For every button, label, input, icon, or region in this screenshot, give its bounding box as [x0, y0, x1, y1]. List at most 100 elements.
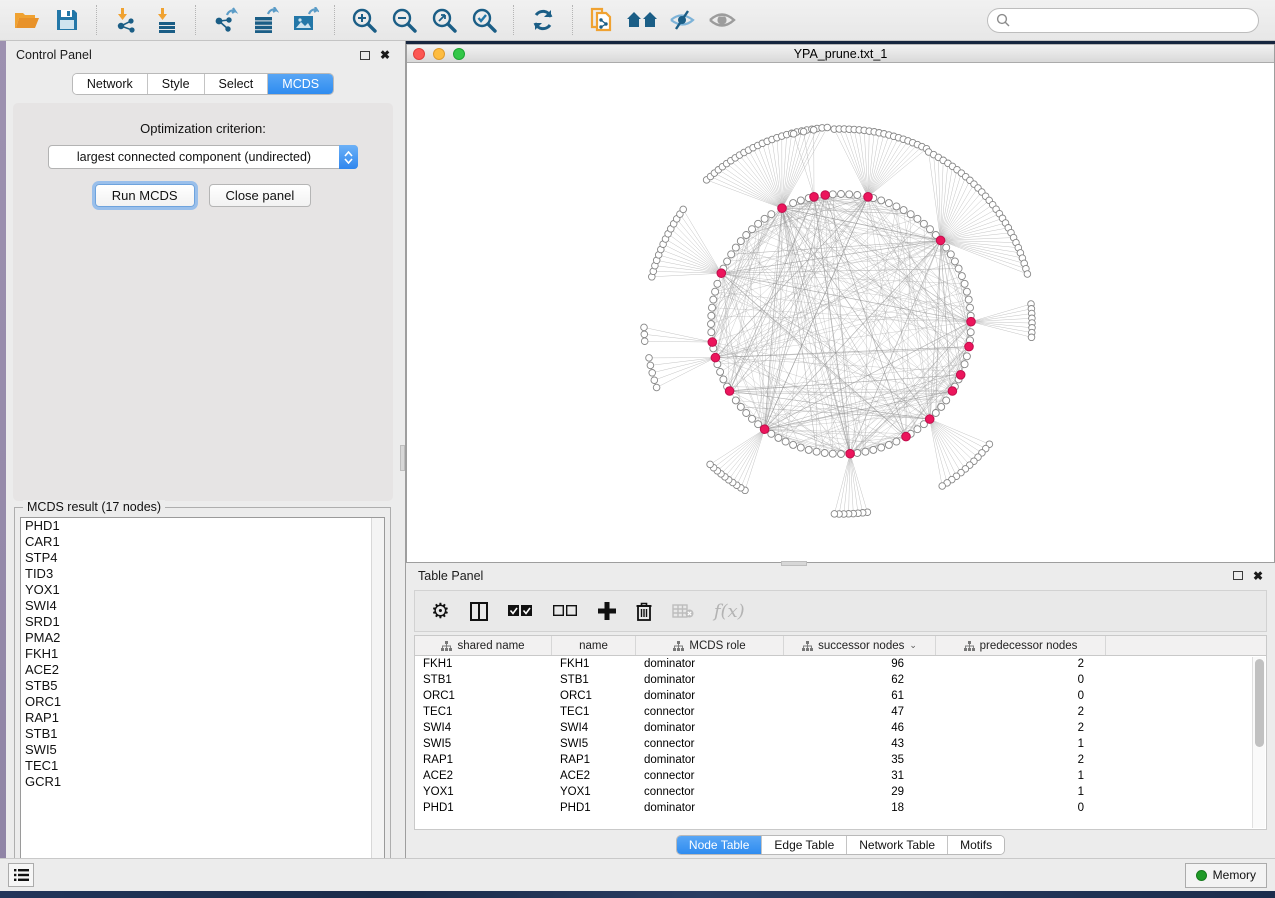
attribute-tree-icon: [673, 641, 684, 651]
list-item[interactable]: STB1: [21, 726, 384, 742]
list-item[interactable]: SRD1: [21, 614, 384, 630]
table-cell: 35: [784, 754, 936, 766]
zoom-selected-icon[interactable]: [467, 4, 501, 36]
hide-selected-icon[interactable]: [665, 4, 699, 36]
mcds-result-title: MCDS result (17 nodes): [23, 500, 165, 514]
column-header-mcds-role[interactable]: MCDS role: [636, 636, 784, 655]
mcds-result-group: MCDS result (17 nodes) PHD1CAR1STP4TID3Y…: [14, 507, 391, 881]
table-row[interactable]: SWI5SWI5connector431: [415, 736, 1266, 752]
tab-node-table[interactable]: Node Table: [677, 836, 763, 854]
import-table-icon[interactable]: [149, 4, 183, 36]
tab-network[interactable]: Network: [73, 74, 148, 94]
zoom-in-icon[interactable]: [347, 4, 381, 36]
list-item[interactable]: ORC1: [21, 694, 384, 710]
panel-splitter[interactable]: [400, 41, 406, 858]
table-row[interactable]: YOX1YOX1connector291: [415, 784, 1266, 800]
network-clone-icon[interactable]: [585, 4, 619, 36]
tab-mcds[interactable]: MCDS: [268, 74, 333, 94]
zoom-out-icon[interactable]: [387, 4, 421, 36]
column-header-name[interactable]: name: [552, 636, 636, 655]
table-cell: STB1: [415, 674, 552, 686]
tab-motifs[interactable]: Motifs: [948, 836, 1004, 854]
export-table-icon[interactable]: [248, 4, 282, 36]
table-cell: ACE2: [552, 770, 636, 782]
open-folder-icon[interactable]: [10, 4, 44, 36]
table-cell: 47: [784, 706, 936, 718]
mcds-result-items: PHD1CAR1STP4TID3YOX1SWI4SRD1PMA2FKH1ACE2…: [21, 518, 384, 790]
tab-edge-table[interactable]: Edge Table: [762, 836, 847, 854]
table-row[interactable]: FKH1FKH1dominator962: [415, 656, 1266, 672]
deselect-all-icon[interactable]: [553, 605, 578, 617]
list-item[interactable]: CAR1: [21, 534, 384, 550]
show-all-icon[interactable]: [705, 4, 739, 36]
close-panel-button[interactable]: Close panel: [209, 184, 312, 207]
list-item[interactable]: STB5: [21, 678, 384, 694]
export-image-icon[interactable]: [288, 4, 322, 36]
list-item[interactable]: SWI4: [21, 598, 384, 614]
table-cell: ACE2: [415, 770, 552, 782]
table-scrollbar[interactable]: [1252, 657, 1265, 828]
table-row[interactable]: TEC1TEC1connector472: [415, 704, 1266, 720]
table-row[interactable]: PHD1PHD1dominator180: [415, 800, 1266, 816]
zoom-fit-icon[interactable]: [427, 4, 461, 36]
import-network-icon[interactable]: [109, 4, 143, 36]
gear-icon[interactable]: ⚙: [431, 601, 450, 622]
memory-button[interactable]: Memory: [1185, 863, 1267, 888]
table-cell: dominator: [636, 674, 784, 686]
run-mcds-button[interactable]: Run MCDS: [95, 184, 195, 207]
float-table-panel-icon[interactable]: [1233, 571, 1243, 580]
task-history-button[interactable]: [8, 863, 34, 887]
search-input[interactable]: [987, 8, 1259, 33]
optimization-criterion-label: Optimization criterion:: [13, 103, 393, 136]
list-item[interactable]: STP4: [21, 550, 384, 566]
table-cell: dominator: [636, 658, 784, 670]
close-panel-icon[interactable]: ✖: [380, 49, 390, 61]
column-header-successor-nodes[interactable]: successor nodes ⌄: [784, 636, 936, 655]
list-item[interactable]: GCR1: [21, 774, 384, 790]
add-column-icon[interactable]: [598, 602, 616, 620]
table-row[interactable]: RAP1RAP1dominator352: [415, 752, 1266, 768]
list-item[interactable]: TEC1: [21, 758, 384, 774]
tab-style[interactable]: Style: [148, 74, 205, 94]
table-cell: 0: [936, 674, 1106, 686]
network-window-titlebar[interactable]: YPA_prune.txt_1: [407, 44, 1274, 63]
mcds-list-scrollbar[interactable]: [371, 518, 384, 874]
mcds-result-list[interactable]: PHD1CAR1STP4TID3YOX1SWI4SRD1PMA2FKH1ACE2…: [20, 517, 385, 875]
table-cell: RAP1: [415, 754, 552, 766]
list-item[interactable]: TID3: [21, 566, 384, 582]
table-cell: 1: [936, 738, 1106, 750]
table-cell: dominator: [636, 722, 784, 734]
list-item[interactable]: PHD1: [21, 518, 384, 534]
export-network-icon[interactable]: [208, 4, 242, 36]
list-item[interactable]: ACE2: [21, 662, 384, 678]
float-panel-icon[interactable]: [360, 51, 370, 60]
table-row[interactable]: STB1STB1dominator620: [415, 672, 1266, 688]
table-row[interactable]: ORC1ORC1dominator610: [415, 688, 1266, 704]
refresh-icon[interactable]: [526, 4, 560, 36]
list-item[interactable]: RAP1: [21, 710, 384, 726]
columns-icon[interactable]: [470, 602, 488, 621]
select-all-icon[interactable]: [508, 605, 533, 617]
table-cell: RAP1: [552, 754, 636, 766]
column-header-shared-name[interactable]: shared name: [415, 636, 552, 655]
table-splitter-grip[interactable]: [781, 561, 807, 566]
criterion-select[interactable]: largest connected component (undirected): [48, 145, 358, 169]
list-item[interactable]: FKH1: [21, 646, 384, 662]
list-item[interactable]: PMA2: [21, 630, 384, 646]
list-item[interactable]: YOX1: [21, 582, 384, 598]
tab-network-table[interactable]: Network Table: [847, 836, 948, 854]
first-neighbors-icon[interactable]: [625, 4, 659, 36]
table-panel-title: Table Panel: [418, 569, 483, 583]
list-item[interactable]: SWI5: [21, 742, 384, 758]
network-canvas[interactable]: [407, 63, 1274, 562]
table-cell: YOX1: [415, 786, 552, 798]
splitter-grip[interactable]: [400, 445, 405, 471]
close-table-panel-icon[interactable]: ✖: [1253, 570, 1263, 582]
tab-select[interactable]: Select: [205, 74, 269, 94]
delete-icon[interactable]: [636, 602, 652, 621]
table-row[interactable]: ACE2ACE2connector311: [415, 768, 1266, 784]
table-scrollbar-thumb[interactable]: [1255, 659, 1264, 747]
column-header-predecessor-nodes[interactable]: predecessor nodes: [936, 636, 1106, 655]
table-row[interactable]: SWI4SWI4dominator462: [415, 720, 1266, 736]
save-icon[interactable]: [50, 4, 84, 36]
